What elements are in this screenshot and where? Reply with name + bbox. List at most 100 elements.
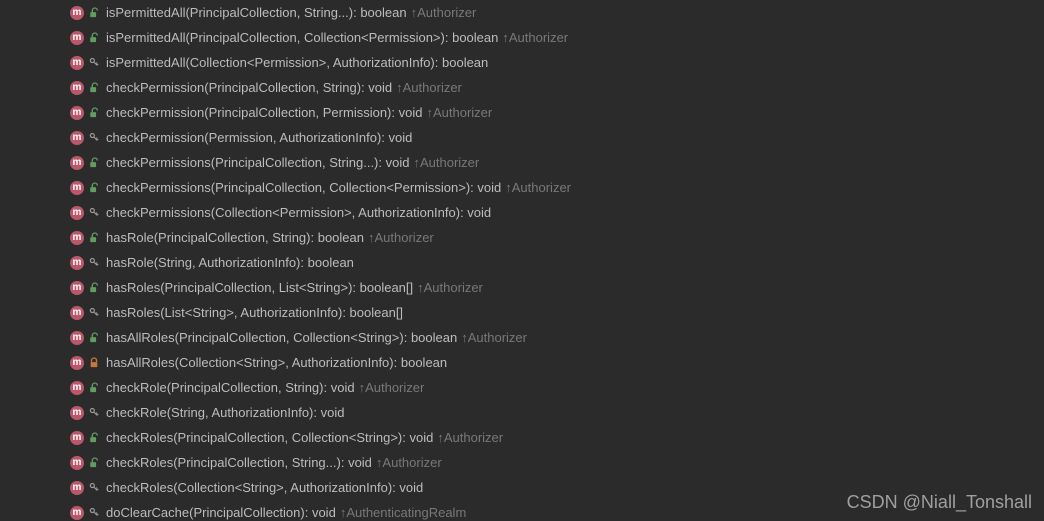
origin-class: Authorizer (512, 180, 571, 195)
method-name: hasRoles (106, 280, 160, 295)
method-icon: m (70, 456, 84, 470)
origin-class: Authorizer (433, 105, 492, 120)
method-row[interactable]: mhasRoles(PrincipalCollection, List<Stri… (70, 275, 1044, 300)
method-icon: m (70, 181, 84, 195)
method-name: hasRoles (106, 305, 160, 320)
method-row[interactable]: m checkPermissions(PrincipalCollection, C… (70, 175, 1044, 200)
override-origin: ↑Authorizer (411, 5, 477, 20)
method-row[interactable]: m doClearCache(PrincipalCollection): void… (70, 500, 1044, 521)
origin-class: Authorizer (365, 380, 424, 395)
method-params: (Collection<String>, AuthorizationInfo) (175, 355, 394, 370)
method-signature: checkRoles(PrincipalCollection, String..… (106, 455, 372, 470)
method-row[interactable]: mcheckPermission(Permission, Authorizati… (70, 125, 1044, 150)
method-row[interactable]: m checkRole(PrincipalCollection, String):… (70, 375, 1044, 400)
public-modifier-icon (88, 231, 100, 245)
method-row[interactable]: mcheckPermission(PrincipalCollection, Pe… (70, 100, 1044, 125)
origin-class: Authorizer (444, 430, 503, 445)
method-row[interactable]: misPermittedAll(Collection<Permission>, … (70, 50, 1044, 75)
method-icon: m (70, 381, 84, 395)
method-row[interactable]: mcheckRoles(PrincipalCollection, Collect… (70, 425, 1044, 450)
method-row[interactable]: mhasAllRoles(Collection<String>, Authori… (70, 350, 1044, 375)
origin-class: Authorizer (424, 280, 483, 295)
method-icon: m (70, 506, 84, 520)
method-row[interactable]: misPermittedAll(PrincipalCollection, Str… (70, 0, 1044, 25)
method-row[interactable]: misPermittedAll(PrincipalCollection, Col… (70, 25, 1044, 50)
method-name: isPermittedAll (106, 30, 185, 45)
public-modifier-icon (88, 381, 100, 395)
method-row[interactable]: mcheckRoles(Collection<String>, Authoriz… (70, 475, 1044, 500)
origin-class: Authorizer (382, 455, 441, 470)
method-signature: hasRole(String, AuthorizationInfo): bool… (106, 255, 354, 270)
return-type: boolean[] (350, 305, 404, 320)
method-signature: doClearCache(PrincipalCollection): void (106, 505, 336, 520)
method-params: (Collection<Permission>, AuthorizationIn… (185, 55, 434, 70)
origin-class: Authorizer (420, 155, 479, 170)
method-signature: hasRole(PrincipalCollection, String): bo… (106, 230, 364, 245)
public-modifier-icon (88, 81, 100, 95)
method-row[interactable]: mcheckRole(String, AuthorizationInfo): v… (70, 400, 1044, 425)
method-row[interactable]: m checkRoles(PrincipalCollection, String.… (70, 450, 1044, 475)
override-origin: ↑Authorizer (437, 430, 503, 445)
method-name: checkPermissions (106, 155, 211, 170)
method-signature: checkPermission(PrincipalCollection, Str… (106, 80, 392, 95)
method-signature: checkRole(PrincipalCollection, String): … (106, 380, 355, 395)
method-name: isPermittedAll (106, 55, 185, 70)
method-icon: m (70, 331, 84, 345)
method-signature: checkPermissions(Collection<Permission>,… (106, 205, 491, 220)
return-type: boolean (442, 55, 488, 70)
origin-class: Authorizer (403, 80, 462, 95)
return-type: boolean (411, 330, 457, 345)
return-type: boolean (360, 5, 406, 20)
public-modifier-icon (88, 281, 100, 295)
method-signature: isPermittedAll(PrincipalCollection, Coll… (106, 30, 498, 45)
override-origin: ↑Authorizer (417, 280, 483, 295)
method-params: (Permission, AuthorizationInfo) (204, 130, 381, 145)
method-row[interactable]: mcheckPermission(PrincipalCollection, St… (70, 75, 1044, 100)
method-params: (PrincipalCollection, Collection<String>… (175, 330, 404, 345)
public-modifier-icon (88, 456, 100, 470)
return-type: void (331, 380, 355, 395)
method-name: checkPermission (106, 130, 204, 145)
method-name: checkRoles (106, 430, 173, 445)
public-modifier-icon (88, 181, 100, 195)
method-params: (PrincipalCollection, String...) (185, 5, 353, 20)
override-origin: ↑Authorizer (413, 155, 479, 170)
return-type: void (399, 480, 423, 495)
origin-class: Authorizer (417, 5, 476, 20)
public-modifier-icon (88, 156, 100, 170)
origin-class: Authorizer (509, 30, 568, 45)
structure-list: misPermittedAll(PrincipalCollection, Str… (0, 0, 1044, 521)
protected-modifier-icon (88, 306, 100, 320)
return-type: void (348, 455, 372, 470)
method-signature: checkPermissions(PrincipalCollection, St… (106, 155, 409, 170)
method-params: (PrincipalCollection, Collection<Permiss… (185, 30, 444, 45)
method-params: (PrincipalCollection, String...) (211, 155, 379, 170)
override-origin: ↑AuthenticatingRealm (340, 505, 466, 520)
public-modifier-icon (88, 106, 100, 120)
method-name: checkRole (106, 405, 167, 420)
protected-modifier-icon (88, 256, 100, 270)
method-row[interactable]: mcheckPermissions(PrincipalCollection, S… (70, 150, 1044, 175)
method-row[interactable]: mcheckPermissions(Collection<Permission>… (70, 200, 1044, 225)
method-signature: hasAllRoles(PrincipalCollection, Collect… (106, 330, 457, 345)
method-signature: checkRoles(Collection<String>, Authoriza… (106, 480, 423, 495)
method-row[interactable]: m hasAllRoles(PrincipalCollection, Collec… (70, 325, 1044, 350)
method-params: (Collection<Permission>, AuthorizationIn… (211, 205, 460, 220)
method-icon: m (70, 306, 84, 320)
return-type: void (368, 80, 392, 95)
return-type: void (386, 155, 410, 170)
method-icon: m (70, 406, 84, 420)
method-signature: checkPermissions(PrincipalCollection, Co… (106, 180, 501, 195)
method-params: (PrincipalCollection, String) (154, 230, 311, 245)
return-type: void (410, 430, 434, 445)
method-name: checkRoles (106, 455, 173, 470)
method-name: isPermittedAll (106, 5, 185, 20)
protected-modifier-icon (88, 206, 100, 220)
method-params: (PrincipalCollection, Permission) (204, 105, 391, 120)
method-row[interactable]: mhasRole(String, AuthorizationInfo): boo… (70, 250, 1044, 275)
return-type: void (321, 405, 345, 420)
protected-modifier-icon (88, 506, 100, 520)
method-row[interactable]: mhasRole(PrincipalCollection, String): b… (70, 225, 1044, 250)
method-params: (PrincipalCollection, Collection<Permiss… (211, 180, 470, 195)
method-row[interactable]: mhasRoles(List<String>, AuthorizationInf… (70, 300, 1044, 325)
